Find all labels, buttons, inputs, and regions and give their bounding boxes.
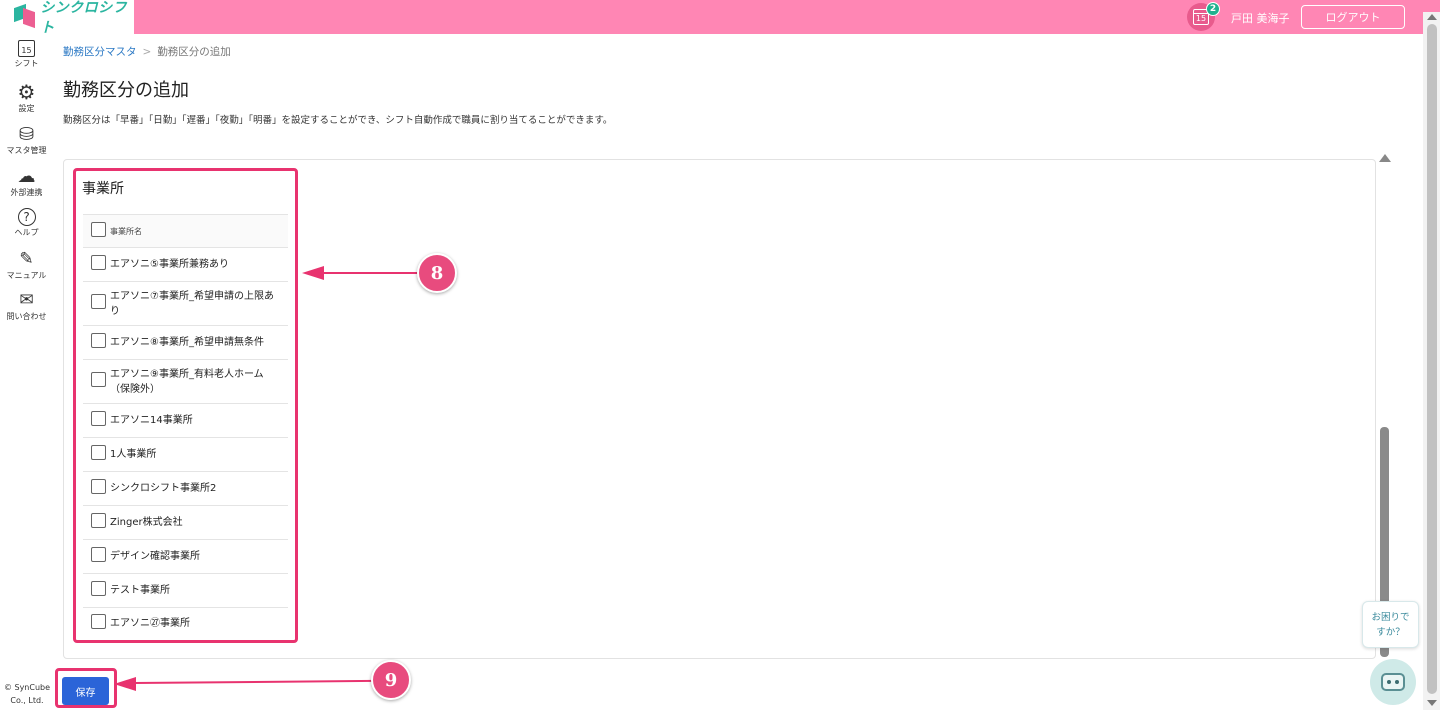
breadcrumb-current: 勤務区分の追加: [157, 46, 231, 58]
nav-label: 設定: [18, 104, 35, 113]
breadcrumb-separator: >: [142, 46, 152, 58]
breadcrumb-link[interactable]: 勤務区分マスタ: [63, 46, 137, 58]
nav-item-master[interactable]: ⛁ マスタ管理: [0, 124, 53, 164]
user-name: 戸田 美海子: [1231, 12, 1290, 25]
nav-item-contact[interactable]: ✉ 問い合わせ: [0, 290, 53, 330]
scroll-up-icon[interactable]: [1379, 154, 1391, 162]
app-header: シンクロシフト 15 2 戸田 美海子 ログアウト: [0, 0, 1440, 36]
page-title: 勤務区分の追加: [63, 80, 189, 101]
nav-item-help[interactable]: ? ヘルプ: [0, 208, 53, 248]
nav-label: ヘルプ: [14, 228, 39, 237]
scroll-down-icon[interactable]: [1427, 700, 1437, 706]
side-navigation: 15 シフト ⚙ 設定 ⛁ マスタ管理 ☁ 外部連携 ? ヘルプ ✎ マニュアル…: [0, 34, 53, 710]
cloud-icon: ☁: [17, 165, 36, 187]
mail-icon: ✉: [19, 290, 34, 310]
nav-label: 問い合わせ: [6, 312, 47, 321]
question-icon: ?: [17, 208, 36, 226]
nav-label: シフト: [14, 59, 39, 68]
nav-item-manual[interactable]: ✎ マニュアル: [0, 249, 53, 289]
notification-count-badge: 2: [1206, 2, 1220, 16]
arrow-left-icon: [114, 677, 136, 691]
page-scrollbar-thumb[interactable]: [1427, 24, 1437, 694]
scroll-up-icon[interactable]: [1427, 14, 1437, 20]
logout-button[interactable]: ログアウト: [1301, 5, 1405, 29]
copyright: © SynCube Co., Ltd.: [3, 683, 51, 705]
save-button[interactable]: 保存: [62, 677, 109, 705]
logo-icon: [12, 3, 35, 30]
office-list-highlight: [73, 168, 298, 643]
nav-label: マニュアル: [6, 271, 47, 280]
pencil-icon: ✎: [19, 249, 34, 269]
calendar-icon: 15: [18, 40, 35, 57]
breadcrumb: 勤務区分マスタ > 勤務区分の追加: [63, 44, 231, 59]
callout-badge-9: 9: [371, 660, 411, 700]
callout-badge-8: 8: [417, 253, 457, 293]
page-description: 勤務区分は「早番」「日勤」「遅番」「夜勤」「明番」を設定することができ、シフト自…: [63, 115, 613, 126]
help-chat-bubble[interactable]: お困りで すか？: [1362, 601, 1419, 648]
app-name: シンクロシフト: [40, 0, 128, 36]
app-logo[interactable]: シンクロシフト: [0, 0, 134, 36]
gear-icon: ⚙: [17, 80, 36, 104]
nav-label: 外部連携: [10, 188, 43, 197]
nav-item-settings[interactable]: ⚙ 設定: [0, 80, 53, 122]
robot-icon: [1381, 673, 1405, 691]
callout-8-arrow-line: [322, 272, 420, 274]
arrow-left-icon: [302, 266, 324, 280]
database-icon: ⛁: [18, 123, 35, 145]
nav-item-shift[interactable]: 15 シフト: [0, 40, 53, 80]
help-robot-button[interactable]: [1370, 659, 1416, 705]
nav-label: マスタ管理: [6, 146, 47, 155]
nav-item-integration[interactable]: ☁ 外部連携: [0, 166, 53, 206]
